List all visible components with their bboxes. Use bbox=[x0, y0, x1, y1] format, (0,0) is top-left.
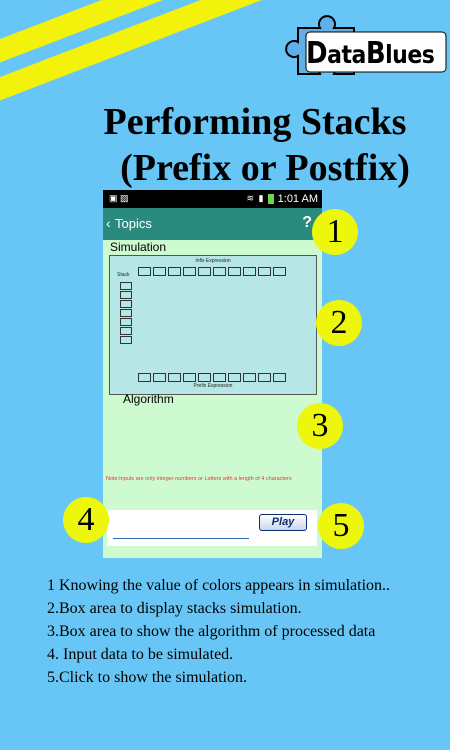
prefix-cell bbox=[183, 373, 196, 382]
status-time: 1:01 AM bbox=[277, 193, 318, 205]
description-item: 3.Box area to show the algorithm of proc… bbox=[47, 623, 376, 640]
marker-5: 5 bbox=[318, 503, 364, 549]
back-icon[interactable]: ‹ bbox=[106, 215, 111, 231]
infix-cell bbox=[213, 267, 226, 276]
stack-cell bbox=[120, 309, 132, 317]
description-list: 1 Knowing the value of colors appears in… bbox=[47, 574, 437, 689]
stack-cell bbox=[120, 300, 132, 308]
prefix-cell bbox=[153, 373, 166, 382]
app-bar: ‹ Topics ? bbox=[103, 208, 322, 240]
stack-cell bbox=[120, 327, 132, 335]
description-item: 4. Input data to be simulated. bbox=[47, 646, 234, 663]
prefix-cell bbox=[198, 373, 211, 382]
input-note: Note:Inputs are only integer numbers or … bbox=[106, 476, 292, 482]
prefix-cell bbox=[243, 373, 256, 382]
marker-3: 3 bbox=[297, 403, 343, 449]
logo-text: DataBlues bbox=[306, 36, 435, 72]
play-button[interactable]: Play bbox=[259, 514, 307, 531]
stack-cell bbox=[120, 336, 132, 344]
prefix-cell bbox=[138, 373, 151, 382]
prefix-cell bbox=[273, 373, 286, 382]
prefix-cell bbox=[228, 373, 241, 382]
infix-cell bbox=[198, 267, 211, 276]
description-item: 2.Box area to display stacks simulation. bbox=[47, 600, 302, 617]
simulation-box: Infix Expression Stack Prefix Expression bbox=[109, 255, 317, 395]
notification-icons: ▣ ▨ bbox=[109, 193, 129, 203]
marker-1: 1 bbox=[312, 209, 358, 255]
stack-cells bbox=[120, 282, 132, 344]
description-item: 1 Knowing the value of colors appears in… bbox=[47, 577, 391, 594]
stack-label: Stack bbox=[117, 272, 130, 278]
prefix-cells bbox=[138, 373, 286, 382]
description-item: 5.Click to show the simulation. bbox=[47, 669, 247, 686]
algorithm-label: Algorithm bbox=[123, 392, 174, 406]
phone-screenshot: ▣ ▨ ≋ ▮ 1:01 AM ‹ Topics ? Simulation In… bbox=[103, 190, 322, 558]
stack-cell bbox=[120, 318, 132, 326]
infix-cell bbox=[183, 267, 196, 276]
infix-cell bbox=[138, 267, 151, 276]
infix-cell bbox=[273, 267, 286, 276]
status-bar: ▣ ▨ ≋ ▮ 1:01 AM bbox=[103, 190, 322, 208]
input-area: Play bbox=[107, 510, 317, 546]
infix-label: Infix Expression bbox=[195, 258, 231, 264]
help-icon[interactable]: ? bbox=[302, 214, 312, 232]
signal-icons: ≋ ▮ bbox=[247, 193, 274, 204]
stack-cell bbox=[120, 291, 132, 299]
infix-cell bbox=[153, 267, 166, 276]
marker-4: 4 bbox=[63, 497, 109, 543]
stack-cell bbox=[120, 282, 132, 290]
infix-cell bbox=[228, 267, 241, 276]
infix-cell bbox=[258, 267, 271, 276]
infix-cell bbox=[168, 267, 181, 276]
simulation-label: Simulation bbox=[110, 240, 167, 254]
prefix-cell bbox=[258, 373, 271, 382]
infix-cell bbox=[243, 267, 256, 276]
marker-2: 2 bbox=[316, 300, 362, 346]
prefix-label: Prefix Expression bbox=[193, 383, 233, 389]
expression-input[interactable] bbox=[113, 538, 249, 539]
prefix-cell bbox=[213, 373, 226, 382]
infix-cells bbox=[138, 267, 286, 276]
headline-line2: (Prefix or Postfix) bbox=[120, 147, 410, 189]
topics-title[interactable]: Topics bbox=[115, 216, 152, 231]
battery-icon bbox=[268, 193, 274, 204]
prefix-cell bbox=[168, 373, 181, 382]
headline-line1: Performing Stacks bbox=[103, 101, 407, 143]
